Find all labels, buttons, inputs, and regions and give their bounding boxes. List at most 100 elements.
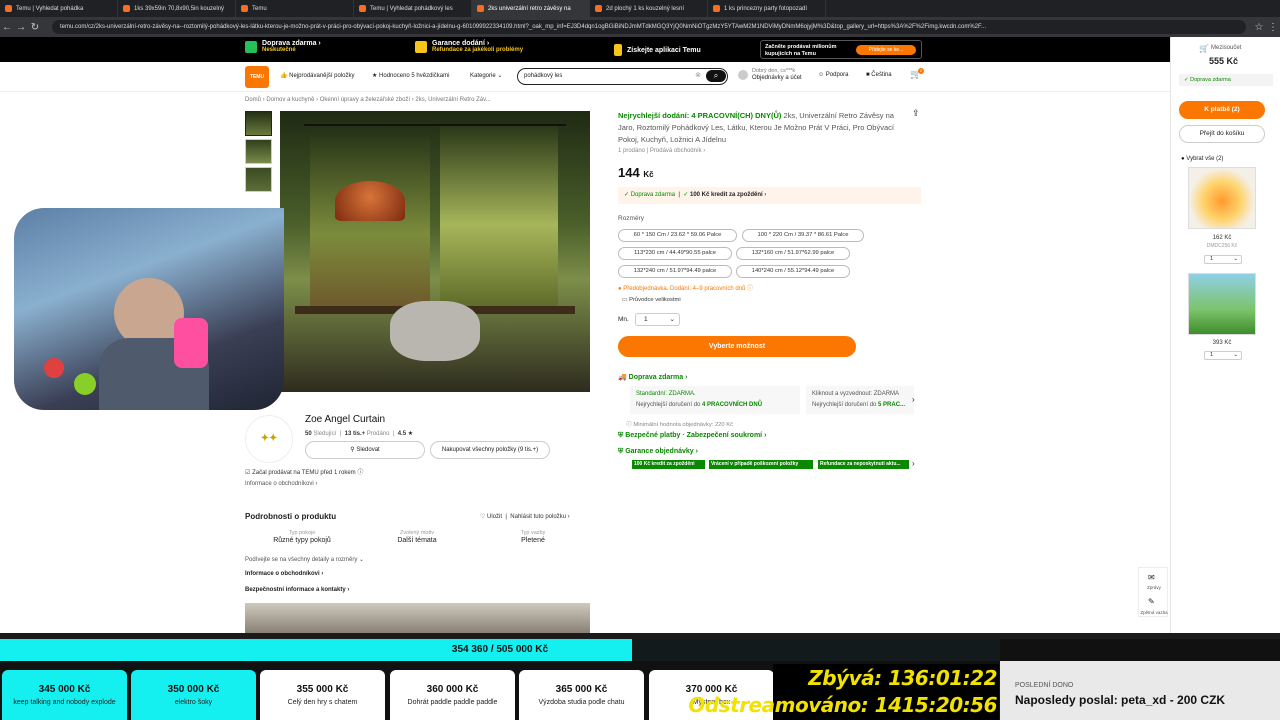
size-guide-link[interactable]: ▭ Průvodce velikostmi	[622, 297, 681, 303]
benefit-delay-credit: 100 Kč kredit za zpoždění	[690, 192, 763, 198]
forward-icon[interactable]: →	[14, 22, 28, 33]
account-greeting: Dobrý den, cs***k	[752, 68, 796, 74]
browser-tab[interactable]: Temu | Vyhledat pohádka	[0, 0, 118, 17]
feedback-icon[interactable]: ✎	[1148, 597, 1155, 606]
store-followers: 50	[305, 431, 312, 437]
store-name[interactable]: Zoe Angel Curtain	[305, 414, 385, 425]
browser-tab[interactable]: 1ks 39x59in 70,8x90,5in kouzelný	[118, 0, 236, 17]
store-info-link[interactable]: Informace o obchodníkovi ›	[245, 481, 317, 487]
chevron-right-icon[interactable]: ›	[912, 395, 915, 404]
nav-bestsellers[interactable]: 👍 Nejprodávanější položky	[280, 72, 355, 79]
cart-free-shipping: ✓ Doprava zdarma	[1179, 74, 1273, 86]
chevron-down-icon: ⌄	[669, 316, 675, 323]
feedback-label: Zpětná vazba	[1140, 610, 1168, 615]
shop-all-button[interactable]: Nakupovat všechny položky (9 tis.+)	[430, 441, 550, 459]
cart-item-qty[interactable]: 1 ⌄	[1204, 351, 1242, 360]
cart-item-qty[interactable]: 1 ⌄	[1204, 255, 1242, 264]
sell-cta-button[interactable]: Přidejte se ke...	[856, 45, 916, 55]
shield-icon	[415, 40, 427, 53]
ship-pickup-text: Nejrychlejší doručení do	[812, 402, 877, 408]
size-option[interactable]: 113*230 cm / 44.49*90.55 palce	[618, 247, 732, 260]
nav-support[interactable]: ☺ Podpora	[818, 72, 848, 78]
store-logo[interactable]: ✦✦	[245, 415, 293, 463]
url-input[interactable]: temu.com/cz/2ks-univerzální-retro-závěsy…	[52, 20, 1246, 34]
nav-five-star[interactable]: ★ Hodnoceno 5 hvězdičkami	[372, 72, 449, 79]
checkout-button[interactable]: K platbě (2)	[1179, 101, 1265, 119]
avatar[interactable]	[738, 70, 748, 80]
promo-free-shipping-label: Doprava zdarma	[262, 40, 317, 47]
size-option[interactable]: 100 * 220 Cm / 39.37 * 86.61 Palce	[742, 229, 864, 242]
size-option[interactable]: 132*240 cm / 51.97*94.49 palce	[618, 265, 732, 278]
guarantee-badge: Vrácení v případě poškození položky	[709, 460, 813, 469]
attribute-value: Různé typy pokojů	[273, 537, 331, 544]
benefit-bar[interactable]: ✓ Doprava zdarma | ✓ 100 Kč kredit za zp…	[618, 187, 921, 204]
report-link[interactable]: Nahlásit tuto položku ›	[510, 514, 569, 520]
sell-on-temu-banner[interactable]: Začněte prodávat milionům kupujících na …	[760, 40, 922, 59]
quantity-select[interactable]: 1 ⌄	[635, 313, 680, 326]
product-main-image[interactable]	[280, 111, 590, 392]
back-icon[interactable]: ←	[0, 22, 14, 33]
temu-favicon-icon	[477, 5, 484, 12]
gallery-thumbnail[interactable]	[245, 139, 272, 164]
size-option[interactable]: 132*160 cm / 51.97*62.99 palce	[736, 247, 850, 260]
account-menu[interactable]: Dobrý den, cs***k Objednávky a účet	[752, 68, 802, 82]
nav-language[interactable]: ■ Čeština	[866, 72, 892, 78]
clear-search-icon[interactable]: ⊗	[695, 69, 701, 83]
browser-tab[interactable]: Temu	[236, 0, 354, 17]
nav-categories[interactable]: Kategorie ⌄	[470, 72, 502, 79]
goal-card: 355 000 Kč Celý den hry s chatem	[260, 670, 385, 720]
store-since: ☑ Začal prodávat na TEMU před 1 rokem ⓘ	[245, 470, 364, 476]
quantity-value: 1	[644, 316, 648, 323]
subtotal-value: 555 Kč	[1209, 56, 1239, 66]
share-icon[interactable]: ⇪	[912, 108, 920, 119]
select-all-checkbox[interactable]: ● Vybrat vše (2)	[1181, 156, 1223, 162]
size-option[interactable]: 140*240 cm / 55.12*94.49 palce	[736, 265, 850, 278]
goal-label: Dohrát paddle paddle paddle	[407, 699, 498, 706]
sizes-label: Rozměry	[618, 215, 645, 222]
save-link[interactable]: ♡ Uložit	[480, 514, 502, 520]
promo-guarantee[interactable]: Garance dodání › Refundace za jakékoli pr…	[415, 40, 523, 53]
bookmark-star-icon[interactable]: ☆	[1252, 22, 1266, 33]
browser-tab[interactable]: Temu | Vyhledat pohádkový les	[354, 0, 472, 17]
follow-button[interactable]: ⚲ Sledovat	[305, 441, 425, 459]
qty-label: Mn.	[618, 316, 629, 323]
ball-green	[74, 373, 96, 395]
cart-item-price: 393 Kč	[1212, 340, 1232, 346]
cart-item-image[interactable]	[1188, 273, 1256, 335]
curtain-panel-right	[440, 126, 558, 306]
nav-language-label: Čeština	[871, 72, 892, 78]
go-to-cart-button[interactable]: Přejít do košíku	[1179, 125, 1265, 143]
size-option[interactable]: 60 * 150 Cm / 23.62 * 59.06 Palce	[618, 229, 737, 242]
browser-tab[interactable]: 2ks univerzální retro závěsy na	[472, 0, 590, 17]
secure-payments[interactable]: ⛨ Bezpečné platby · Zabezpečení soukromí…	[618, 432, 766, 440]
details-title: Podrobnosti o produktu	[245, 512, 337, 521]
search-icon[interactable]: ⌕	[706, 70, 726, 82]
search-input[interactable]: pohádkový les ⊗ ⌕	[517, 68, 728, 85]
order-guarantee[interactable]: ⛨ Garance objednávky ›	[618, 448, 698, 456]
browser-tab[interactable]: 1 ks princezny party fotopozadí	[708, 0, 826, 17]
cart-item-image[interactable]	[1188, 167, 1256, 229]
breadcrumb[interactable]: Domů › Domov a kuchyně › Okenní úpravy a…	[245, 97, 491, 103]
secure-text: Bezpečné platby · Zabezpečení soukromí	[625, 432, 763, 439]
sold-info[interactable]: 1 prodáno | Prodává obchodník ›	[618, 148, 705, 154]
see-all-details-link[interactable]: Podívejte se na všechny detaily a rozměr…	[245, 556, 364, 563]
chevron-right-icon[interactable]: ›	[912, 459, 915, 468]
choose-option-button[interactable]: Vyberte možnost	[618, 336, 856, 357]
promo-free-shipping[interactable]: Doprava zdarma › Neskutečné	[245, 40, 321, 53]
gallery-thumbnail[interactable]	[245, 167, 272, 192]
promo-app[interactable]: Získejte aplikaci Temu	[614, 44, 701, 56]
reload-icon[interactable]: ↻	[28, 22, 42, 33]
shipping-section[interactable]: 🚚 Doprava zdarma ›	[618, 373, 687, 381]
nav-support-label: Podpora	[825, 72, 849, 78]
star-icon: ★	[407, 431, 414, 437]
merchant-info-link[interactable]: Informace o obchodníkovi ›	[245, 571, 323, 577]
temu-logo[interactable]: TEMU	[245, 66, 269, 88]
message-icon[interactable]: ✉	[1148, 573, 1155, 582]
extensions-icon[interactable]: ⋮	[1266, 22, 1280, 33]
gallery-thumbnail[interactable]	[245, 111, 272, 136]
guarantee-badge: 100 Kč kredit za zpoždění	[632, 460, 705, 469]
safety-info-link[interactable]: Bezpečnostní informace a kontakty ›	[245, 587, 349, 593]
browser-tab[interactable]: 2d plochý 1 ks kouzelný lesní	[590, 0, 708, 17]
guarantee-text: Garance objednávky	[625, 448, 694, 455]
check-icon: ☑	[245, 470, 251, 476]
